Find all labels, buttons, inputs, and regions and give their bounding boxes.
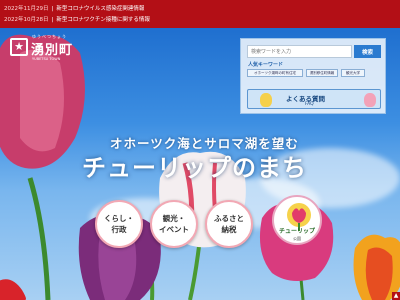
button-label: ふるさと 納税: [214, 214, 244, 234]
tulip-park-label: チューリップ: [278, 228, 315, 235]
tulip-park-sublabel: 公園: [293, 236, 301, 241]
news-title[interactable]: 新型コロナウイルス感染症関連情報: [56, 6, 144, 12]
scroll-up-icon[interactable]: ▲: [392, 292, 400, 300]
logo-star-icon: ★: [10, 38, 28, 56]
news-date: 2022年10月28日: [4, 17, 49, 23]
news-separator: |: [51, 6, 54, 12]
search-button[interactable]: 検索: [354, 45, 381, 58]
news-item[interactable]: 2022年11月29日 | 新型コロナウイルス感染症関連情報: [4, 4, 144, 12]
living-admin-button[interactable]: くらし・ 行政: [95, 200, 143, 248]
hometown-tax-button[interactable]: ふるさと 納税: [205, 200, 253, 248]
faq-subtitle: FAQ: [305, 102, 314, 107]
news-separator: |: [51, 17, 54, 23]
search-input[interactable]: [247, 45, 352, 58]
tulip-park-button[interactable]: チューリップ 公園: [272, 195, 322, 245]
button-label: 観光・ イベント: [159, 214, 189, 234]
button-label: くらし・ 行政: [104, 214, 134, 234]
news-item[interactable]: 2022年10月28日 | 新型コロナワクチン接種に関する情報: [4, 15, 150, 23]
site-logo[interactable]: ★ ゆうべつちょう 湧別町 YUBETSU TOWN: [10, 34, 80, 64]
keyword-tag[interactable]: オホーツク湖畔の町有住宅: [247, 69, 303, 77]
logo-text: 湧別町: [31, 43, 74, 58]
logo-subtext: YUBETSU TOWN: [32, 57, 61, 61]
search-panel: 検索 人気キーワード オホーツク湖畔の町有住宅 湧別移住町情報 観光大学 よくあ…: [240, 38, 386, 114]
keywords-title: 人気キーワード: [248, 62, 284, 68]
mascot-icon: [260, 93, 272, 107]
news-bar: 2022年11月29日 | 新型コロナウイルス感染症関連情報 2022年10月28日…: [0, 0, 400, 28]
news-title[interactable]: 新型コロナワクチン接種に関する情報: [56, 17, 150, 23]
tourism-events-button[interactable]: 観光・ イベント: [150, 200, 198, 248]
catch-copy-line2: チューリップのまち: [82, 154, 307, 182]
news-date: 2022年11月29日: [4, 6, 49, 12]
mascot-icon: [364, 93, 376, 107]
faq-banner[interactable]: よくある質問 FAQ: [247, 89, 381, 109]
keyword-tag[interactable]: 観光大学: [341, 69, 365, 77]
keyword-tag[interactable]: 湧別移住町情報: [306, 69, 338, 77]
